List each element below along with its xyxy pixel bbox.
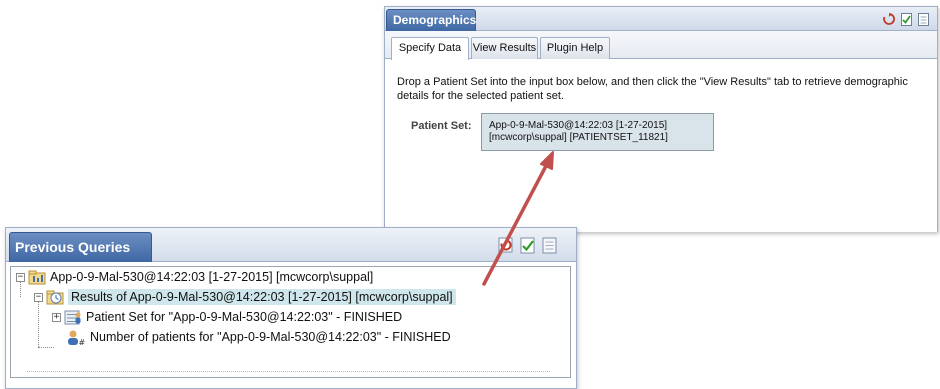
document-icon[interactable] (917, 12, 929, 26)
document-icon[interactable] (542, 236, 558, 254)
refresh-icon[interactable] (498, 236, 514, 254)
results-clock-icon (46, 289, 64, 305)
instructions-text: Drop a Patient Set into the input box be… (397, 76, 908, 102)
tab-view-results[interactable]: View Results (471, 37, 538, 59)
tab-specify-data[interactable]: Specify Data (391, 37, 469, 60)
collapse-toggle[interactable]: − (34, 292, 43, 302)
tree-row-query[interactable]: − App-0-9-Mal-530@14:22:03 [1-27-2015] [… (16, 267, 373, 287)
patient-set-label: Patient Set: (411, 120, 472, 132)
tree-row-patient-count-label: Number of patients for "App-0-9-Mal-530@… (90, 330, 451, 344)
check-document-icon[interactable] (900, 12, 912, 26)
svg-text:#: # (79, 338, 86, 346)
collapse-toggle[interactable]: − (16, 272, 25, 282)
tree-row-patient-set-label: Patient Set for "App-0-9-Mal-530@14:22:0… (86, 310, 403, 324)
query-folder-icon (28, 269, 46, 285)
tree-row-query-label: App-0-9-Mal-530@14:22:03 [1-27-2015] [mc… (50, 270, 374, 284)
demographics-content: Drop a Patient Set into the input box be… (385, 60, 937, 232)
previous-queries-panel: Previous Queries − App-0-9-Mal-530@14:22… (5, 227, 577, 389)
patient-set-value-line1: App-0-9-Mal-530@14:22:03 [1-27-2015] (489, 120, 668, 131)
expand-toggle[interactable]: + (52, 312, 61, 322)
tree-connector (38, 347, 54, 348)
check-document-icon[interactable] (520, 236, 536, 254)
demographics-header-icons (883, 12, 929, 26)
previous-queries-header: Previous Queries (6, 228, 576, 262)
tree-row-results-label: Results of App-0-9-Mal-530@14:22:03 [1-2… (68, 289, 456, 305)
patient-set-value-line2: [mcwcorp\suppal] [PATIENTSET_11821] (489, 132, 668, 143)
demographics-title: Demographics (386, 9, 476, 31)
previous-queries-header-icons (498, 236, 558, 254)
previous-queries-title: Previous Queries (9, 232, 152, 262)
patient-set-drop-box[interactable]: App-0-9-Mal-530@14:22:03 [1-27-2015] [mc… (481, 113, 714, 151)
demographics-header: Demographics (385, 7, 937, 31)
tree-row-patient-count[interactable]: # Number of patients for "App-0-9-Mal-53… (66, 327, 451, 347)
tree-scroll-hint (27, 371, 550, 377)
demographics-tab-bar: Specify Data View Results Plugin Help (385, 31, 937, 60)
tab-plugin-help[interactable]: Plugin Help (540, 37, 610, 59)
patient-set-icon (64, 309, 82, 325)
refresh-icon[interactable] (883, 12, 895, 26)
patient-count-icon: # (66, 329, 86, 346)
previous-queries-tree: − App-0-9-Mal-530@14:22:03 [1-27-2015] [… (10, 266, 571, 378)
demographics-panel: Demographics Specify Data View Results P… (384, 6, 938, 232)
tree-row-results[interactable]: − Results of App-0-9-Mal-530@14:22:03 [1… (34, 287, 456, 307)
tree-row-patient-set[interactable]: + Patient Set for "App-0-9-Mal-530@14:22… (52, 307, 402, 327)
